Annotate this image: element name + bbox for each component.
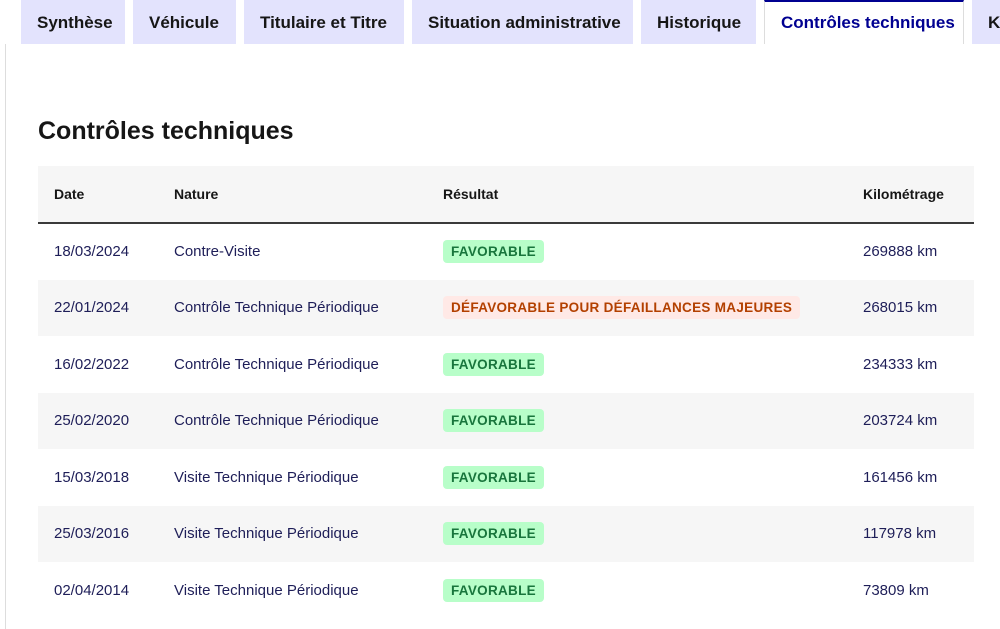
table-row: 25/03/2016 Visite Technique Périodique F… (38, 505, 974, 563)
table-row: 15/03/2018 Visite Technique Périodique F… (38, 449, 974, 506)
row-nature: Visite Technique Périodique (174, 468, 359, 486)
row-mileage: 161456 km (863, 468, 938, 486)
page: Synthèse Véhicule Titulaire et Titre Sit… (0, 0, 1000, 629)
row-result: FAVORABLE (427, 336, 847, 393)
tab-vehicule[interactable]: Véhicule (133, 0, 236, 44)
row-nature: Visite Technique Périodique (174, 525, 359, 543)
tab-controles-techniques[interactable]: Contrôles techniques (764, 0, 964, 44)
table-row: 16/02/2022 Contrôle Technique Périodique… (38, 336, 974, 393)
row-result: FAVORABLE (427, 393, 847, 450)
status-badge: FAVORABLE (443, 465, 544, 489)
status-badge: FAVORABLE (443, 409, 544, 433)
row-date: 16/02/2022 (54, 355, 130, 373)
row-date: 25/03/2016 (54, 525, 130, 543)
row-result: FAVORABLE (427, 223, 847, 280)
column-header-result: Résultat (427, 166, 847, 224)
row-mileage: 269888 km (863, 243, 938, 261)
status-badge: FAVORABLE (443, 522, 544, 546)
status-badge: FAVORABLE (443, 352, 544, 376)
row-date: 22/01/2024 (54, 299, 130, 317)
table-header-row: Date Nature Résultat Kilométrage (38, 166, 974, 224)
tab-titulaire-et-titre[interactable]: Titulaire et Titre (244, 0, 404, 44)
row-result: DÉFAVORABLE POUR DÉFAILLANCES MAJEURES (427, 280, 847, 337)
status-badge: DÉFAVORABLE POUR DÉFAILLANCES MAJEURES (443, 296, 801, 320)
tab-historique[interactable]: Historique (641, 0, 756, 44)
tab-situation-administrative[interactable]: Situation administrative (412, 0, 633, 44)
column-header-date: Date (38, 166, 158, 224)
row-mileage: 117978 km (863, 525, 937, 543)
row-result: FAVORABLE (427, 506, 847, 563)
tab-kilometrage[interactable]: Ki (972, 0, 1000, 44)
row-mileage: 203724 km (863, 412, 938, 430)
row-date: 18/03/2024 (54, 243, 130, 261)
row-date: 15/03/2018 (54, 468, 130, 486)
column-header-nature: Nature (158, 166, 427, 224)
row-nature: Contre-Visite (174, 243, 261, 261)
row-mileage: 268015 km (863, 299, 938, 317)
controles-table: Date Nature Résultat Kilométrage 18/03/2… (38, 166, 974, 619)
table-row: 18/03/2024 Contre-Visite FAVORABLE 26988… (38, 223, 974, 280)
table-row: 02/04/2014 Visite Technique Périodique F… (38, 562, 974, 619)
row-nature: Contrôle Technique Périodique (174, 412, 379, 430)
status-badge: FAVORABLE (443, 240, 544, 264)
row-result: FAVORABLE (427, 562, 847, 619)
row-mileage: 73809 km (863, 581, 929, 599)
row-date: 02/04/2014 (54, 581, 130, 599)
table-row: 22/01/2024 Contrôle Technique Périodique… (38, 279, 974, 337)
row-date: 25/02/2020 (54, 412, 130, 430)
row-nature: Visite Technique Périodique (174, 581, 359, 599)
row-result: FAVORABLE (427, 449, 847, 506)
row-mileage: 234333 km (863, 355, 938, 373)
section-title: Contrôles techniques (38, 117, 294, 145)
tab-synthese[interactable]: Synthèse (21, 0, 125, 44)
row-nature: Contrôle Technique Périodique (174, 355, 379, 373)
row-nature: Contrôle Technique Périodique (174, 299, 379, 317)
status-badge: FAVORABLE (443, 578, 544, 602)
tab-bar: Synthèse Véhicule Titulaire et Titre Sit… (0, 0, 1000, 44)
table-row: 25/02/2020 Contrôle Technique Périodique… (38, 392, 974, 450)
column-header-mileage: Kilométrage (847, 166, 974, 224)
